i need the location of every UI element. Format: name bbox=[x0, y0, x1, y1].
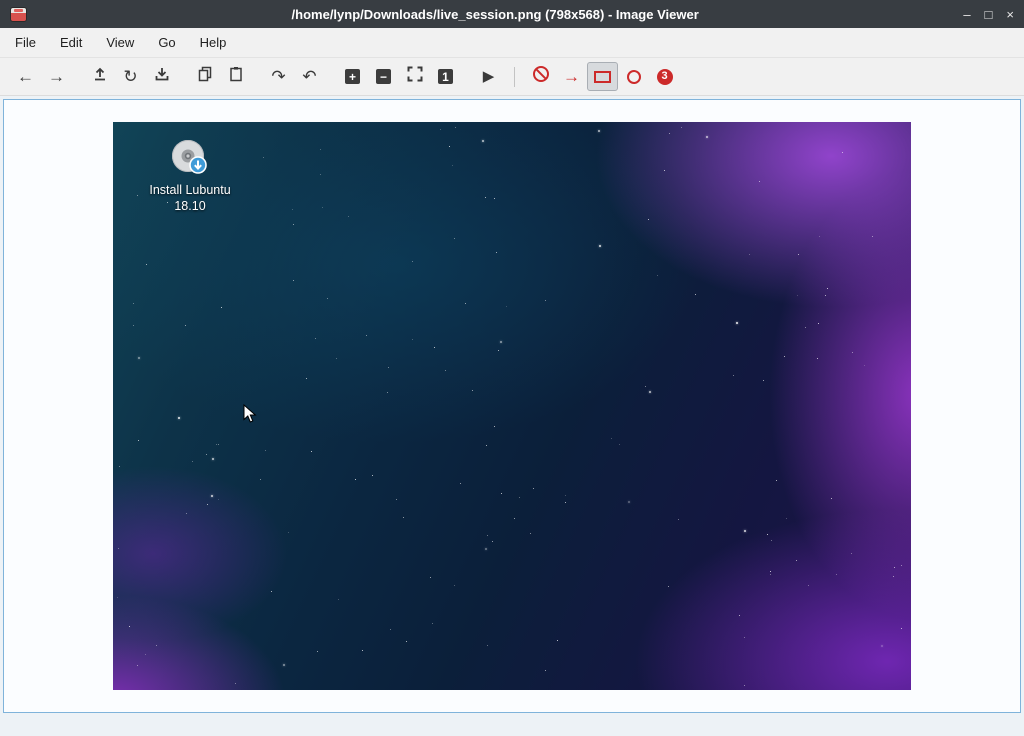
close-icon[interactable]: × bbox=[1006, 8, 1014, 21]
zoom-out-button[interactable]: − bbox=[368, 62, 399, 91]
previous-icon: ← bbox=[17, 68, 34, 85]
save-button[interactable] bbox=[146, 62, 177, 91]
toolbar: ← → ↻ ↷ ↶ + − bbox=[0, 58, 1024, 96]
minimize-icon[interactable]: – bbox=[963, 8, 970, 21]
arrow-tool-icon: → bbox=[563, 68, 580, 85]
image-viewport[interactable]: Install Lubuntu 18.10 bbox=[3, 99, 1021, 713]
reload-icon: ↻ bbox=[123, 68, 137, 85]
cursor-icon bbox=[243, 404, 257, 424]
desktop-icon-label-line1: Install Lubuntu bbox=[149, 182, 230, 198]
previous-button[interactable]: ← bbox=[10, 62, 41, 91]
circle-tool-icon bbox=[627, 70, 641, 84]
zoom-out-icon: − bbox=[376, 69, 391, 84]
next-icon: → bbox=[48, 68, 65, 85]
open-file-button[interactable] bbox=[84, 62, 115, 91]
slideshow-button[interactable]: ▶ bbox=[473, 62, 504, 91]
menu-file[interactable]: File bbox=[4, 30, 47, 55]
toolbar-separator bbox=[514, 67, 515, 87]
window-controls: – □ × bbox=[963, 8, 1014, 21]
desktop-icon-label-line2: 18.10 bbox=[174, 198, 205, 214]
play-icon: ▶ bbox=[483, 69, 495, 84]
menu-edit[interactable]: Edit bbox=[49, 30, 93, 55]
paste-button[interactable] bbox=[220, 62, 251, 91]
titlebar: /home/lynp/Downloads/live_session.png (7… bbox=[0, 0, 1024, 28]
draw-number-button[interactable]: 3 bbox=[649, 62, 680, 91]
copy-button[interactable] bbox=[189, 62, 220, 91]
draw-none-button[interactable] bbox=[525, 62, 556, 91]
original-size-button[interactable]: 1 bbox=[430, 62, 461, 91]
window-title: /home/lynp/Downloads/live_session.png (7… bbox=[27, 7, 963, 22]
install-lubuntu-desktop-icon: Install Lubuntu 18.10 bbox=[131, 136, 249, 214]
draw-circle-button[interactable] bbox=[618, 62, 649, 91]
rotate-clockwise-icon: ↷ bbox=[271, 68, 285, 85]
open-file-icon bbox=[92, 66, 108, 87]
rotate-counterclockwise-icon: ↶ bbox=[302, 68, 316, 85]
zoom-in-button[interactable]: + bbox=[337, 62, 368, 91]
draw-rectangle-button[interactable] bbox=[587, 62, 618, 91]
copy-icon bbox=[197, 66, 213, 87]
rotate-clockwise-button[interactable]: ↷ bbox=[263, 62, 294, 91]
app-icon bbox=[10, 7, 27, 22]
menu-help[interactable]: Help bbox=[189, 30, 238, 55]
save-icon bbox=[154, 66, 170, 87]
no-draw-icon bbox=[532, 65, 550, 88]
zoom-in-icon: + bbox=[345, 69, 360, 84]
zoom-fit-button[interactable] bbox=[399, 62, 430, 91]
menu-view[interactable]: View bbox=[95, 30, 145, 55]
zoom-fit-icon bbox=[407, 66, 423, 87]
menubar: File Edit View Go Help bbox=[0, 28, 1024, 58]
next-button[interactable]: → bbox=[41, 62, 72, 91]
number-tool-icon: 3 bbox=[657, 69, 673, 85]
paste-icon bbox=[228, 66, 244, 87]
viewed-image: Install Lubuntu 18.10 bbox=[113, 122, 911, 690]
rotate-counterclockwise-button[interactable]: ↶ bbox=[294, 62, 325, 91]
viewer-content: Install Lubuntu 18.10 bbox=[0, 96, 1024, 716]
rectangle-tool-icon bbox=[594, 71, 611, 83]
menu-go[interactable]: Go bbox=[147, 30, 186, 55]
maximize-icon[interactable]: □ bbox=[985, 8, 993, 21]
reload-button[interactable]: ↻ bbox=[115, 62, 146, 91]
statusbar bbox=[0, 716, 1024, 736]
original-size-icon: 1 bbox=[438, 69, 453, 84]
draw-arrow-button[interactable]: → bbox=[556, 62, 587, 91]
cd-install-icon bbox=[167, 136, 213, 182]
